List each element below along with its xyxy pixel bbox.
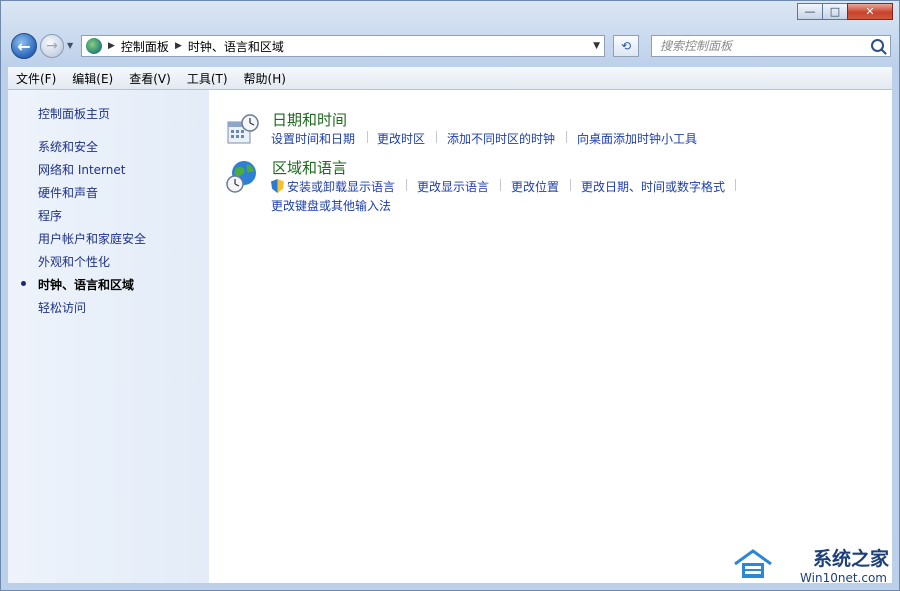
uac-shield-icon: [271, 179, 284, 193]
task-separator: [570, 179, 571, 191]
control-panel-icon: [86, 38, 102, 54]
task-separator: [406, 179, 407, 191]
watermark-title: 系统之家: [812, 548, 889, 570]
breadcrumb-chevron-icon[interactable]: ▶: [175, 41, 182, 51]
back-button[interactable]: ←: [11, 33, 37, 59]
minimize-button[interactable]: —: [797, 3, 823, 20]
task-set-time-date[interactable]: 设置时间和日期: [271, 130, 355, 147]
task-separator: [436, 131, 437, 143]
task-install-display-language-label: 安装或卸载显示语言: [287, 180, 396, 194]
sidebar-item-programs[interactable]: 程序: [38, 207, 62, 224]
calendar-clock-icon[interactable]: [226, 113, 260, 147]
menu-tools[interactable]: 工具(T): [179, 70, 236, 87]
sidebar: 控制面板主页 系统和安全 网络和 Internet 硬件和声音 程序 用户帐户和…: [8, 90, 209, 583]
search-input[interactable]: [658, 38, 862, 54]
menu-view[interactable]: 查看(V): [121, 70, 179, 87]
task-change-keyboards[interactable]: 更改键盘或其他输入法: [271, 197, 391, 214]
task-separator: [566, 131, 567, 143]
category-title-date-time[interactable]: 日期和时间: [272, 109, 347, 130]
menu-bar: 文件(F) 编辑(E) 查看(V) 工具(T) 帮助(H): [8, 67, 892, 90]
content-area: 控制面板主页 系统和安全 网络和 Internet 硬件和声音 程序 用户帐户和…: [8, 90, 892, 583]
task-change-formats[interactable]: 更改日期、时间或数字格式: [581, 178, 725, 195]
sidebar-item-ease-of-access[interactable]: 轻松访问: [38, 299, 86, 316]
sidebar-item-user-accounts[interactable]: 用户帐户和家庭安全: [38, 230, 146, 247]
restore-button[interactable]: □: [822, 3, 848, 20]
task-change-location[interactable]: 更改位置: [511, 178, 559, 195]
navigation-bar: ← → ▼ ▶ 控制面板 ▶ 时钟、语言和区域 ▼ ⟲: [9, 33, 891, 61]
sidebar-home-link[interactable]: 控制面板主页: [38, 105, 110, 122]
sidebar-item-hardware-sound[interactable]: 硬件和声音: [38, 184, 98, 201]
watermark-site: Win10net.com: [800, 571, 887, 585]
task-change-time-zone[interactable]: 更改时区: [377, 130, 425, 147]
task-install-display-language[interactable]: 安装或卸载显示语言: [271, 178, 395, 195]
task-change-display-language[interactable]: 更改显示语言: [417, 178, 489, 195]
globe-clock-icon[interactable]: [226, 160, 260, 194]
sidebar-item-clock-language-region: 时钟、语言和区域: [38, 278, 135, 292]
address-dropdown-icon[interactable]: ▼: [593, 41, 600, 51]
search-box[interactable]: [651, 35, 891, 57]
breadcrumb-clock-language-region[interactable]: 时钟、语言和区域: [188, 38, 284, 55]
recent-pages-dropdown-icon[interactable]: ▼: [67, 41, 77, 51]
task-separator: [500, 179, 501, 191]
refresh-icon: ⟲: [620, 39, 632, 53]
search-icon[interactable]: [871, 39, 884, 52]
sidebar-item-appearance[interactable]: 外观和个性化: [38, 253, 110, 270]
task-add-clocks[interactable]: 添加不同时区的时钟: [447, 130, 555, 147]
refresh-button[interactable]: ⟲: [613, 35, 639, 57]
window-controls: — □ ✕: [797, 3, 893, 20]
menu-help[interactable]: 帮助(H): [236, 70, 294, 87]
task-separator: [367, 131, 368, 143]
address-bar[interactable]: ▶ 控制面板 ▶ 时钟、语言和区域 ▼: [81, 35, 605, 57]
task-add-clock-gadget[interactable]: 向桌面添加时钟小工具: [577, 130, 697, 147]
breadcrumb-chevron-icon[interactable]: ▶: [108, 41, 115, 51]
site-watermark: 系统之家 Win10net.com: [731, 542, 891, 586]
control-panel-window: — □ ✕ ← → ▼ ▶ 控制面板 ▶ 时钟、语言和区域 ▼ ⟲ 文件(F) …: [0, 0, 900, 591]
house-logo-icon: [734, 549, 772, 578]
sidebar-item-system-security[interactable]: 系统和安全: [38, 138, 98, 155]
category-title-region-language[interactable]: 区域和语言: [272, 157, 347, 178]
close-button[interactable]: ✕: [847, 3, 893, 20]
active-item-bullet-icon: [21, 281, 26, 286]
menu-edit[interactable]: 编辑(E): [64, 70, 121, 87]
breadcrumb-control-panel[interactable]: 控制面板: [121, 38, 169, 55]
sidebar-item-network-internet[interactable]: 网络和 Internet: [38, 161, 125, 178]
task-separator: [735, 179, 736, 191]
menu-file[interactable]: 文件(F): [8, 70, 64, 87]
forward-button[interactable]: →: [40, 34, 64, 58]
